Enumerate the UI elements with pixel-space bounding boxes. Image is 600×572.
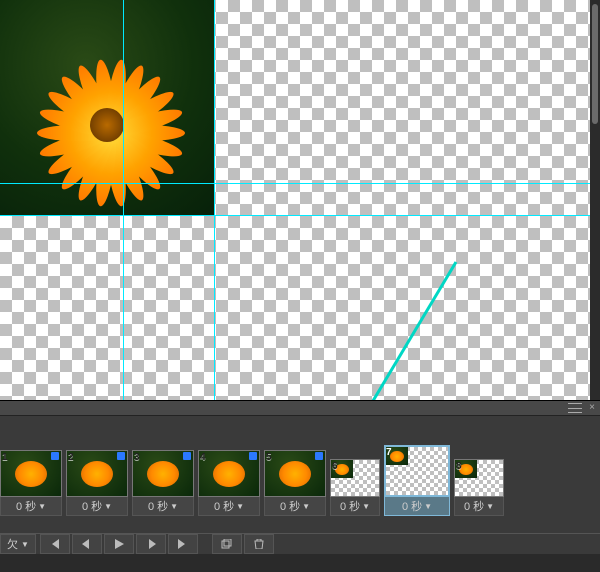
frame-delay-label: 0 秒 <box>148 498 168 514</box>
next-frame-icon <box>145 539 157 549</box>
frame-number: 5 <box>266 452 272 463</box>
next-frame-button[interactable] <box>136 534 166 554</box>
frame-2[interactable]: 2 0 秒▼ <box>66 450 128 516</box>
frame-strip: 10 秒▼20 秒▼30 秒▼40 秒▼50 秒▼60 秒▼70 秒▼80 秒▼ <box>0 416 600 516</box>
chevron-down-icon: ▼ <box>362 502 370 511</box>
frame-delay-label: 0 秒 <box>402 498 422 514</box>
guide-vertical[interactable] <box>123 0 124 400</box>
frame-delay-dropdown[interactable]: 0 秒▼ <box>330 497 380 516</box>
guide-horizontal[interactable] <box>0 215 590 216</box>
guide-horizontal[interactable] <box>0 183 590 184</box>
frame-number: 3 <box>134 452 140 463</box>
frame-delay-dropdown[interactable]: 0 秒▼ <box>132 497 194 516</box>
frame-6[interactable]: 6 0 秒▼ <box>330 459 380 516</box>
frame-number: 8 <box>456 461 462 472</box>
play-icon <box>113 539 125 549</box>
chevron-down-icon: ▼ <box>170 502 178 511</box>
duplicate-frame-icon <box>221 539 233 549</box>
status-bar <box>0 554 600 572</box>
frame-4[interactable]: 4 0 秒▼ <box>198 450 260 516</box>
frame-delay-dropdown[interactable]: 0 秒▼ <box>198 497 260 516</box>
chevron-down-icon: ▼ <box>21 540 29 549</box>
frame-delay-dropdown[interactable]: 0 秒▼ <box>384 497 450 516</box>
chevron-down-icon: ▼ <box>424 502 432 511</box>
frame-number: 4 <box>200 452 206 463</box>
frame-delay-dropdown[interactable]: 0 秒▼ <box>0 497 62 516</box>
frame-7[interactable]: 7 0 秒▼ <box>384 445 450 516</box>
chevron-down-icon: ▼ <box>38 502 46 511</box>
canvas-area[interactable] <box>0 0 600 400</box>
chevron-down-icon: ▼ <box>104 502 112 511</box>
frame-1[interactable]: 1 0 秒▼ <box>0 450 62 516</box>
prev-frame-button[interactable] <box>72 534 102 554</box>
document-viewport[interactable] <box>0 0 590 400</box>
frame-delay-label: 0 秒 <box>280 498 300 514</box>
guide-vertical[interactable] <box>214 0 215 400</box>
frame-number: 2 <box>68 452 74 463</box>
frame-delay-dropdown[interactable]: 0 秒▼ <box>454 497 504 516</box>
frame-propagate-icon <box>315 452 323 460</box>
frame-propagate-icon <box>183 452 191 460</box>
frame-delay-label: 0 秒 <box>464 498 484 514</box>
delete-frame-button[interactable] <box>244 534 274 554</box>
frame-thumbnail[interactable] <box>384 445 450 497</box>
first-frame-button[interactable] <box>40 534 70 554</box>
frame-delay-dropdown[interactable]: 0 秒▼ <box>264 497 326 516</box>
panel-header[interactable]: × <box>0 401 600 416</box>
duplicate-frame-button[interactable] <box>212 534 242 554</box>
vertical-scrollbar[interactable] <box>590 0 600 400</box>
frame-5[interactable]: 5 0 秒▼ <box>264 450 326 516</box>
chevron-down-icon: ▼ <box>302 502 310 511</box>
frame-delay-dropdown[interactable]: 0 秒▼ <box>66 497 128 516</box>
frame-delay-label: 0 秒 <box>16 498 36 514</box>
loop-label: 欠 <box>7 536 18 552</box>
frame-propagate-icon <box>117 452 125 460</box>
frame-number: 6 <box>332 461 338 472</box>
prev-frame-icon <box>81 539 93 549</box>
playback-toolbar: 欠 ▼ <box>0 533 600 554</box>
frame-propagate-icon <box>249 452 257 460</box>
last-frame-button[interactable] <box>168 534 198 554</box>
frame-number: 7 <box>386 447 392 458</box>
play-button[interactable] <box>104 534 134 554</box>
loop-options-dropdown[interactable]: 欠 ▼ <box>0 534 36 554</box>
frame-propagate-icon <box>51 452 59 460</box>
chevron-down-icon: ▼ <box>236 502 244 511</box>
frame-delay-label: 0 秒 <box>214 498 234 514</box>
frame-delay-label: 0 秒 <box>82 498 102 514</box>
panel-menu-icon[interactable] <box>568 403 582 413</box>
frame-3[interactable]: 3 0 秒▼ <box>132 450 194 516</box>
frame-8[interactable]: 8 0 秒▼ <box>454 459 504 516</box>
chevron-down-icon: ▼ <box>486 502 494 511</box>
panel-close-icon[interactable]: × <box>586 402 598 414</box>
animation-timeline-panel: × 10 秒▼20 秒▼30 秒▼40 秒▼50 秒▼60 秒▼70 秒▼80 … <box>0 400 600 554</box>
last-frame-icon <box>177 539 189 549</box>
trash-icon <box>253 539 265 549</box>
first-frame-icon <box>49 539 61 549</box>
frame-number: 1 <box>2 452 8 463</box>
frame-delay-label: 0 秒 <box>340 498 360 514</box>
